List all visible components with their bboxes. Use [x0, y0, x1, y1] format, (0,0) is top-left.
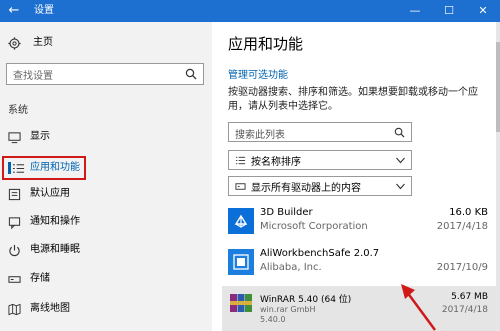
app-list-item-3d-builder[interactable]: 3D Builder Microsoft Corporation 16.0 KB…	[222, 204, 496, 242]
section-label-system: 系统	[8, 105, 28, 116]
winrar-icon	[230, 294, 252, 312]
drive-filter-dropdown[interactable]: 显示所有驱动器上的内容	[228, 176, 412, 196]
app-size: 16.0 KB	[449, 207, 488, 218]
app-publisher: Microsoft Corporation	[260, 221, 368, 232]
monitor-icon	[8, 131, 21, 143]
app-size: 5.67 MB	[451, 292, 488, 302]
window-title: 设置	[34, 5, 54, 16]
sidebar-item-apps-features[interactable]: 应用和功能	[2, 156, 86, 180]
sidebar-item-power-sleep[interactable]: 电源和睡眠	[2, 239, 210, 261]
app-list-search-input[interactable]	[229, 126, 379, 145]
chevron-down-icon	[396, 183, 405, 190]
main-pane: 应用和功能 管理可选功能 按驱动器搜索、排序和筛选。如果想要卸载或移动一个应用，…	[212, 22, 500, 331]
sidebar-item-label: 通知和操作	[30, 216, 80, 227]
apps-list-icon	[12, 163, 25, 173]
app-install-date: 2017/10/9	[436, 262, 488, 273]
sidebar-item-label: 默认应用	[30, 188, 70, 199]
sidebar-item-label: 存储	[30, 273, 50, 284]
close-icon[interactable]: ✕	[470, 0, 496, 22]
app-install-date: 2017/4/18	[436, 221, 488, 232]
sidebar-item-home[interactable]: 主页	[8, 34, 53, 52]
app-list-item-winrar[interactable]: WinRAR 5.40 (64 位) win.rar GmbH 5.40.0 5…	[222, 286, 496, 331]
app-name: 3D Builder	[260, 207, 313, 218]
app-publisher: Alibaba, Inc.	[260, 262, 322, 273]
map-icon	[8, 303, 21, 315]
sidebar-item-label: 电源和睡眠	[30, 244, 80, 255]
app-install-date: 2017/4/18	[441, 305, 488, 315]
sidebar-item-label: 应用和功能	[30, 162, 80, 173]
sidebar-item-label: 离线地图	[30, 303, 70, 314]
app-name: WinRAR 5.40 (64 位)	[260, 295, 352, 305]
title-bar: ← 设置 — ☐ ✕	[0, 0, 500, 22]
back-arrow-icon[interactable]: ←	[6, 3, 22, 19]
search-icon[interactable]	[185, 68, 197, 80]
description-text: 按驱动器搜索、排序和筛选。如果想要卸载或移动一个应用，请从列表中选择它。	[228, 87, 478, 112]
app-list-item-aliworkbench[interactable]: AliWorkbenchSafe 2.0.7 Alibaba, Inc. 201…	[222, 245, 496, 283]
sidebar-item-label: 显示	[30, 131, 50, 142]
power-icon	[9, 244, 20, 256]
main-scrollbar[interactable]	[496, 22, 500, 331]
drive-icon	[235, 183, 246, 190]
3d-builder-icon	[228, 208, 254, 234]
search-icon[interactable]	[394, 127, 405, 138]
active-indicator	[8, 162, 11, 174]
gear-icon	[8, 36, 21, 50]
maximize-icon[interactable]: ☐	[436, 0, 462, 22]
settings-search-input[interactable]	[7, 66, 177, 87]
manage-optional-features-link[interactable]: 管理可选功能	[228, 66, 288, 81]
sidebar: 主页 系统 显示 应用和功能 默认应用 通知和操作 电源和睡眠 存储 离线地图	[0, 22, 212, 331]
notification-icon	[8, 216, 21, 229]
aliworkbench-icon	[228, 249, 254, 275]
scrollbar-thumb[interactable]	[496, 42, 500, 132]
storage-icon	[8, 275, 21, 283]
sidebar-item-storage[interactable]: 存储	[2, 268, 210, 290]
sidebar-item-offline-maps[interactable]: 离线地图	[2, 298, 210, 320]
sort-dropdown[interactable]: 按名称排序	[228, 150, 412, 170]
chevron-down-icon	[396, 157, 405, 164]
sidebar-item-label: 主页	[33, 37, 53, 48]
app-name: AliWorkbenchSafe 2.0.7	[260, 248, 380, 259]
app-publisher: win.rar GmbH	[260, 305, 316, 314]
sort-icon	[235, 156, 246, 165]
sidebar-item-notifications[interactable]: 通知和操作	[2, 211, 210, 233]
app-list-search-field[interactable]	[228, 122, 412, 145]
minimize-icon[interactable]: —	[402, 0, 428, 22]
sidebar-item-default-apps[interactable]: 默认应用	[2, 183, 210, 205]
page-title: 应用和功能	[228, 35, 304, 53]
settings-search-field[interactable]	[6, 63, 204, 87]
default-apps-icon	[8, 188, 21, 200]
sort-dropdown-value: 按名称排序	[251, 156, 301, 168]
drive-filter-dropdown-value: 显示所有驱动器上的内容	[251, 182, 361, 194]
sidebar-item-display[interactable]: 显示	[2, 126, 210, 148]
app-version: 5.40.0	[260, 315, 286, 324]
